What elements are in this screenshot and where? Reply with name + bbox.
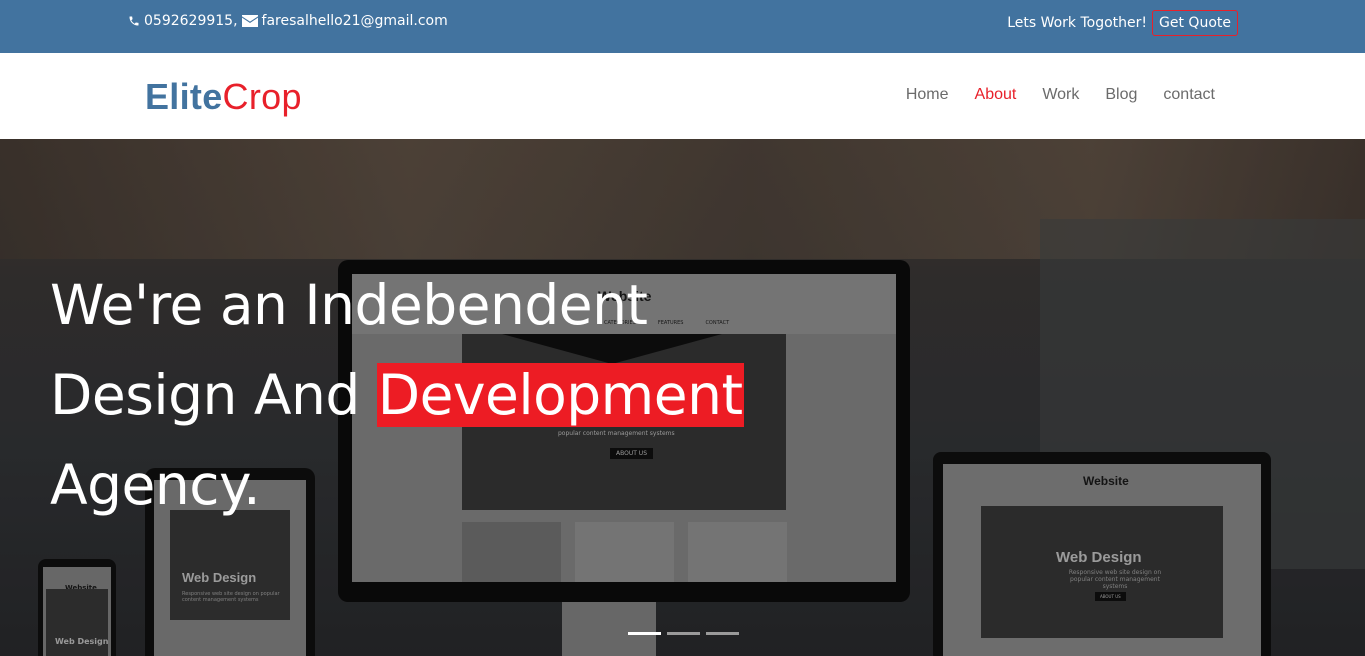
nav-menu: Home About Work Blog contact [906,86,1215,104]
email-address: faresalhello21@gmail.com [261,13,448,29]
top-contact-bar: 0592629915, faresalhello21@gmail.com Let… [0,0,1365,53]
tagline: Lets Work Togother! [1007,15,1148,31]
brand-logo[interactable]: EliteCrop [145,76,302,118]
topbar-cta: Lets Work Togother! Get Quote [1007,10,1238,36]
nav-item-contact[interactable]: contact [1163,86,1215,104]
contact-info: 0592629915, faresalhello21@gmail.com [128,13,448,29]
get-quote-button[interactable]: Get Quote [1152,10,1238,36]
carousel-indicator-1[interactable] [628,632,661,635]
hero-headline: We're an Indebendent Design And Developm… [50,260,744,530]
main-navbar: EliteCrop Home About Work Blog contact [0,53,1365,139]
carousel-indicator-3[interactable] [706,632,739,635]
headline-line-2: Design And Development [50,350,744,440]
envelope-icon [241,15,258,27]
headline-line-3: Agency. [50,453,261,517]
nav-item-blog[interactable]: Blog [1105,86,1137,104]
headline-highlight: Development [376,363,744,427]
headline-line-1: We're an Indebendent [50,273,648,337]
nav-item-about[interactable]: About [975,86,1017,104]
carousel-indicators [628,632,739,635]
hero-slider: Website CATEGORIES FEATURES CONTACT popu… [0,139,1365,656]
brand-part-2: Crop [222,76,302,117]
headline-plain: Design And [50,363,377,427]
carousel-indicator-2[interactable] [667,632,700,635]
phone-number: 0592629915, [144,13,238,29]
brand-part-1: Elite [145,76,223,117]
nav-item-work[interactable]: Work [1042,86,1079,104]
phone-icon [128,15,140,27]
nav-item-home[interactable]: Home [906,86,949,104]
